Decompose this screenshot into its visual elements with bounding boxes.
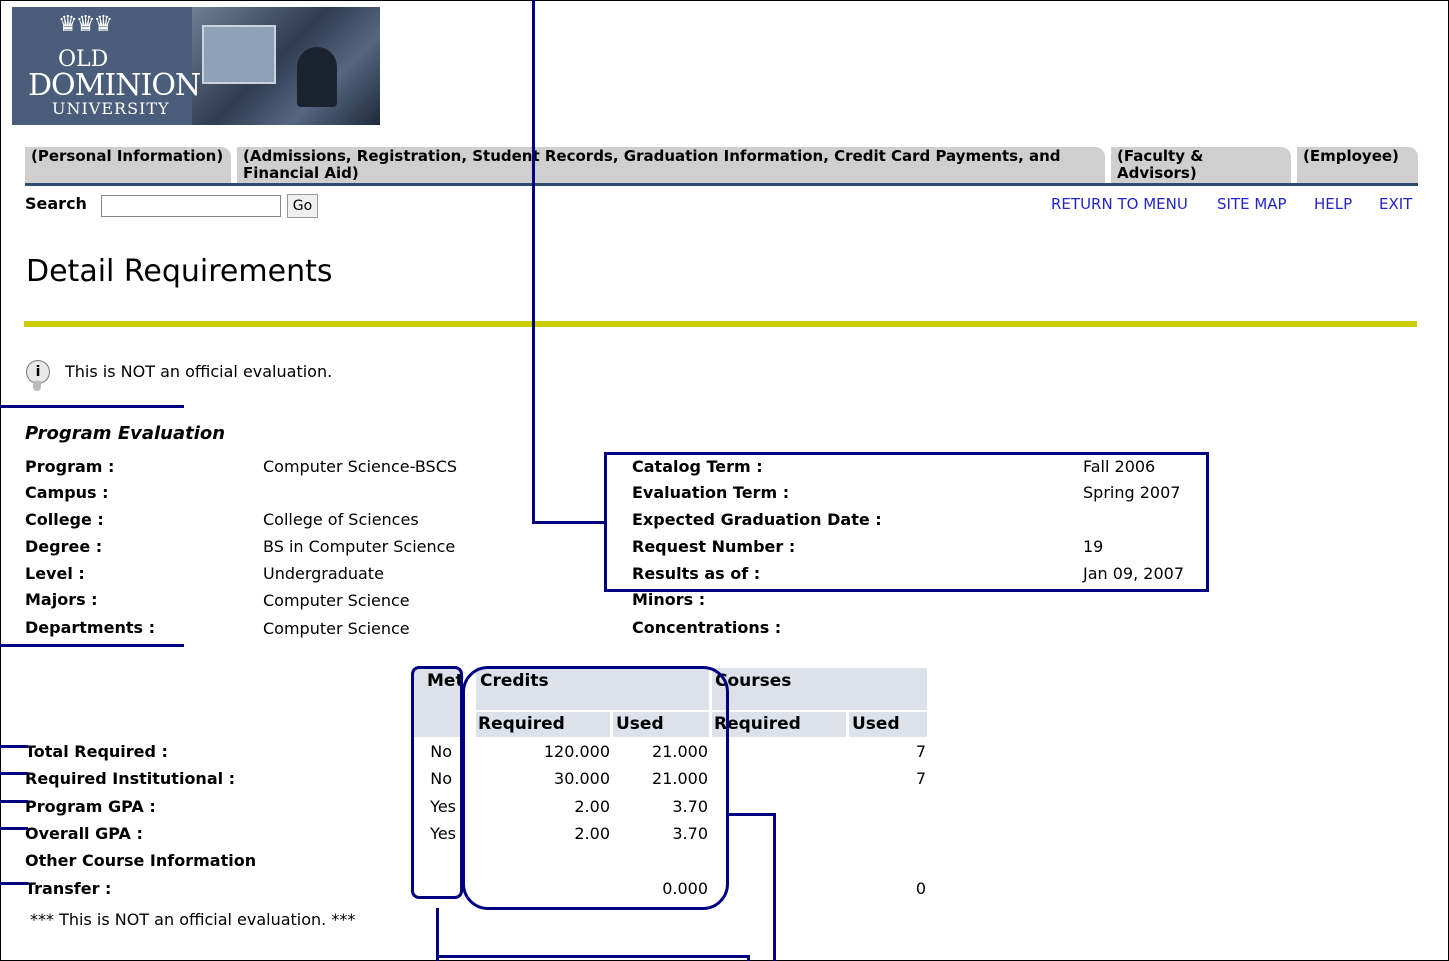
table-row-label: Other Course Information: [25, 851, 257, 870]
level-label: Level :: [25, 564, 85, 583]
annotation-line: [728, 813, 776, 816]
annotation-line: [436, 908, 439, 961]
tab-faculty-advisors[interactable]: (Faculty & Advisors): [1111, 147, 1291, 183]
return-to-menu-link[interactable]: RETURN TO MENU: [1051, 195, 1188, 213]
courses-used-cell: 7: [915, 742, 926, 761]
crown-icon: ♛♛♛: [58, 12, 113, 37]
courses-used-header: Used: [852, 714, 900, 734]
annotation-met-box: [411, 666, 463, 899]
info-icon-stand: [33, 381, 41, 391]
table-row-label: Transfer :: [25, 879, 112, 898]
unofficial-notice: This is NOT an official evaluation.: [65, 362, 333, 381]
site-map-link[interactable]: SITE MAP: [1217, 195, 1287, 213]
degree-value: BS in Computer Science: [263, 537, 456, 556]
tab-employee[interactable]: (Employee): [1297, 147, 1418, 183]
annotation-line: [532, 0, 535, 524]
college-label: College :: [25, 510, 104, 529]
logo-name: OLD DOMINION UNIVERSITY: [28, 49, 201, 118]
minors-label: Minors :: [632, 590, 706, 609]
annotation-tick: [0, 882, 28, 885]
annotation-box: [604, 452, 1209, 592]
title-divider: [24, 321, 1417, 327]
program-value: Computer Science-BSCS: [263, 457, 458, 476]
annotation-tick: [0, 772, 28, 775]
search-input[interactable]: [101, 195, 281, 217]
exit-link[interactable]: EXIT: [1379, 195, 1412, 213]
annotation-credits-box: [462, 666, 729, 910]
person-image: [297, 47, 337, 107]
annotation-line: [532, 521, 606, 524]
monitor-image: [202, 25, 276, 84]
annotation-tick: [0, 745, 28, 748]
degree-label: Degree :: [25, 537, 103, 556]
campus-label: Campus :: [25, 483, 109, 502]
logo-university: UNIVERSITY: [52, 99, 170, 118]
annotation-line: [0, 405, 184, 408]
courses-used-cell: 7: [915, 769, 926, 788]
page-title: Detail Requirements: [26, 254, 333, 289]
program-label: Program :: [25, 457, 115, 476]
table-row-label: Required Institutional :: [25, 769, 236, 788]
majors-value: Computer Science: [263, 591, 410, 610]
level-value: Undergraduate: [263, 564, 384, 583]
concentrations-label: Concentrations :: [632, 618, 782, 637]
tab-student-services[interactable]: (Admissions, Registration, Student Recor…: [237, 147, 1105, 183]
go-button[interactable]: Go: [287, 194, 318, 218]
logo-dominion: DOMINION: [28, 68, 201, 103]
annotation-line: [773, 813, 776, 961]
annotation-tick: [0, 800, 28, 803]
annotation-line: [436, 955, 750, 958]
program-evaluation-heading: Program Evaluation: [25, 423, 226, 444]
annotation-tick: [0, 827, 28, 830]
help-link[interactable]: HELP: [1314, 195, 1352, 213]
table-row-label: Overall GPA :: [25, 824, 143, 843]
departments-label: Departments :: [25, 618, 155, 637]
annotation-line: [747, 955, 750, 961]
college-value: College of Sciences: [263, 510, 419, 529]
university-logo: ♛♛♛ OLD DOMINION UNIVERSITY: [12, 7, 380, 125]
footnote: *** This is NOT an official evaluation. …: [30, 910, 356, 929]
majors-label: Majors :: [25, 590, 98, 609]
tab-underline: [25, 183, 1418, 186]
courses-used-cell: 0: [915, 879, 926, 898]
table-row-label: Program GPA :: [25, 797, 156, 816]
annotation-line: [0, 644, 184, 647]
departments-value: Computer Science: [263, 619, 410, 638]
search-label: Search: [25, 194, 87, 213]
tab-bar: (Personal Information) (Admissions, Regi…: [25, 147, 1418, 187]
table-row-label: Total Required :: [25, 742, 168, 761]
tab-personal-information[interactable]: (Personal Information): [25, 147, 231, 183]
